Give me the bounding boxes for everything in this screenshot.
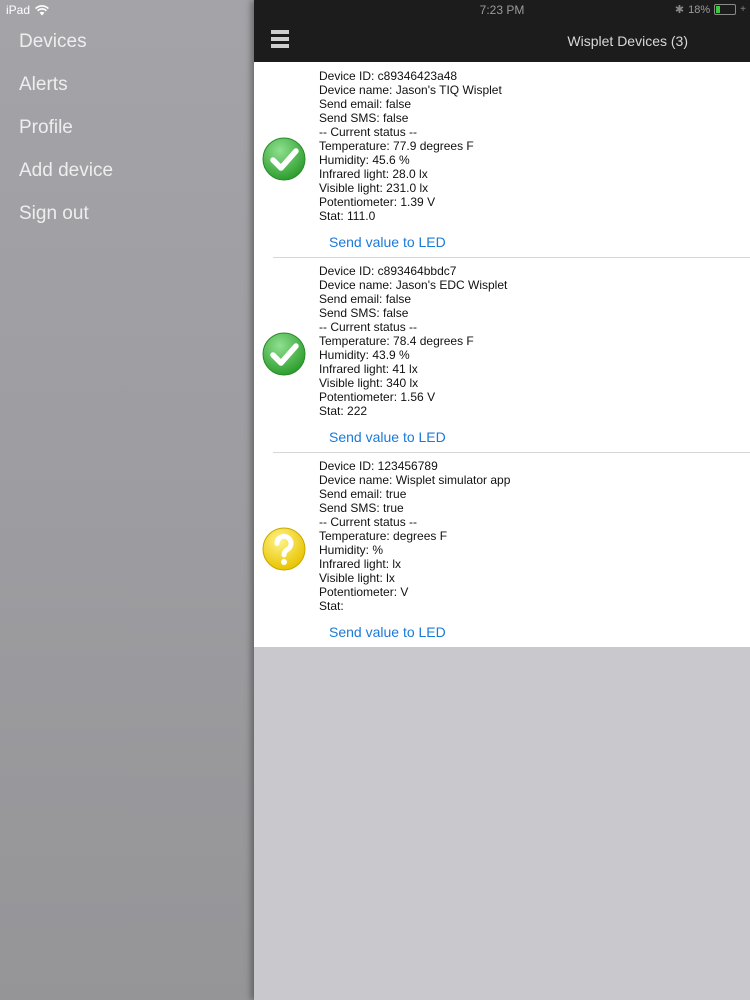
menu-item-profile[interactable]: Profile xyxy=(19,114,113,157)
potentiometer: Potentiometer: V xyxy=(319,585,409,599)
infrared-light: Infrared light: 28.0 lx xyxy=(319,167,428,181)
send-email: Send email: true xyxy=(319,487,407,501)
page-title: Wisplet Devices (3) xyxy=(567,33,688,49)
temperature: Temperature: 77.9 degrees F xyxy=(319,139,474,153)
device-id: Device ID: c893464bbdc7 xyxy=(319,264,457,278)
device-name: Device name: Jason's TIQ Wisplet xyxy=(319,83,502,97)
device-info: Device ID: c893464bbdc7 Device name: Jas… xyxy=(319,264,507,418)
temperature: Temperature: degrees F xyxy=(319,529,448,543)
potentiometer: Potentiometer: 1.39 V xyxy=(319,195,436,209)
device-row: Device ID: c893464bbdc7 Device name: Jas… xyxy=(254,257,750,452)
menu-item-devices[interactable]: Devices xyxy=(19,28,113,71)
device-info: Device ID: c89346423a48 Device name: Jas… xyxy=(319,69,502,223)
device-name: Device name: Jason's EDC Wisplet xyxy=(319,278,508,292)
send-sms: Send SMS: false xyxy=(319,306,409,320)
visible-light: Visible light: 340 lx xyxy=(319,376,419,390)
menu-item-alerts[interactable]: Alerts xyxy=(19,71,113,114)
stat: Stat: xyxy=(319,599,344,613)
menu-item-sign-out[interactable]: Sign out xyxy=(19,200,113,243)
device-row: Device ID: c89346423a48 Device name: Jas… xyxy=(254,62,750,257)
send-sms: Send SMS: false xyxy=(319,111,409,125)
device-label: iPad xyxy=(6,3,31,17)
send-email: Send email: false xyxy=(319,292,412,306)
infrared-light: Infrared light: 41 lx xyxy=(319,362,418,376)
navigation-bar: 7:23 PM ✱ 18% + Wisplet Devices (3) xyxy=(254,0,750,62)
status-bar-right: ✱ 18% + xyxy=(674,3,746,17)
charging-icon: + xyxy=(740,4,746,15)
main-panel: 7:23 PM ✱ 18% + Wisplet Devices (3) Devi… xyxy=(254,0,750,1000)
check-icon xyxy=(262,137,306,181)
current-status-heading: -- Current status -- xyxy=(319,320,418,334)
wifi-icon xyxy=(35,4,49,15)
send-email: Send email: false xyxy=(319,97,412,111)
visible-light: Visible light: lx xyxy=(319,571,395,585)
device-name: Device name: Wisplet simulator app xyxy=(319,473,511,487)
potentiometer: Potentiometer: 1.56 V xyxy=(319,390,436,404)
send-value-to-led-button[interactable]: Send value to LED xyxy=(329,429,446,445)
device-id: Device ID: c89346423a48 xyxy=(319,69,458,83)
device-info: Device ID: 123456789 Device name: Wisple… xyxy=(319,459,510,613)
status-bar-left: iPad xyxy=(6,3,49,17)
device-id: Device ID: 123456789 xyxy=(319,459,438,473)
device-list: Device ID: c89346423a48 Device name: Jas… xyxy=(254,62,750,647)
check-icon xyxy=(262,332,306,376)
send-value-to-led-button[interactable]: Send value to LED xyxy=(329,234,446,250)
humidity: Humidity: % xyxy=(319,543,384,557)
infrared-light: Infrared light: lx xyxy=(319,557,402,571)
menu-list: Devices Alerts Profile Add device Sign o… xyxy=(19,28,113,243)
battery-percent: 18% xyxy=(688,3,711,16)
current-status-heading: -- Current status -- xyxy=(319,125,418,139)
send-value-to-led-button[interactable]: Send value to LED xyxy=(329,624,446,640)
stat: Stat: 111.0 xyxy=(319,209,376,223)
send-sms: Send SMS: true xyxy=(319,501,404,515)
device-row: Device ID: 123456789 Device name: Wisple… xyxy=(254,452,750,647)
stat: Stat: 222 xyxy=(319,404,368,418)
hamburger-menu-icon[interactable] xyxy=(271,30,289,52)
bluetooth-icon: ✱ xyxy=(674,4,685,16)
humidity: Humidity: 43.9 % xyxy=(319,348,410,362)
visible-light: Visible light: 231.0 lx xyxy=(319,181,429,195)
current-status-heading: -- Current status -- xyxy=(319,515,418,529)
side-menu: iPad Devices Alerts Profile Add device S… xyxy=(0,0,254,1000)
battery-icon xyxy=(714,4,737,15)
temperature: Temperature: 78.4 degrees F xyxy=(319,334,474,348)
menu-item-add-device[interactable]: Add device xyxy=(19,157,113,200)
humidity: Humidity: 45.6 % xyxy=(319,153,410,167)
question-icon xyxy=(262,527,306,571)
